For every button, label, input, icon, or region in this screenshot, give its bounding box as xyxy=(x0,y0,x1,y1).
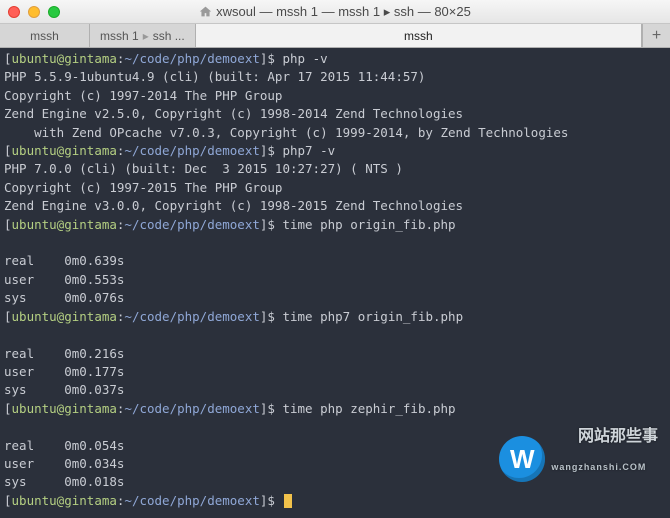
terminal-line: [ubuntu@gintama:~/code/php/demoext]$ tim… xyxy=(4,401,456,416)
cursor-icon xyxy=(284,494,292,508)
terminal-line: Copyright (c) 1997-2015 The PHP Group xyxy=(4,180,282,195)
zoom-icon[interactable] xyxy=(48,6,60,18)
window-title: xwsoul — mssh 1 — mssh 1 ▸ ssh — 80×25 xyxy=(0,4,670,20)
terminal-line: user 0m0.034s xyxy=(4,456,124,471)
tab-label: mssh xyxy=(404,29,433,43)
tab-mssh-ssh[interactable]: mssh 1 ▸ ssh ... xyxy=(90,24,196,47)
new-tab-button[interactable]: + xyxy=(642,24,670,47)
tab-label-part1: mssh 1 xyxy=(100,29,139,43)
terminal-line: real 0m0.216s xyxy=(4,346,124,361)
window-titlebar: xwsoul — mssh 1 — mssh 1 ▸ ssh — 80×25 xyxy=(0,0,670,24)
terminal-line: PHP 7.0.0 (cli) (built: Dec 3 2015 10:27… xyxy=(4,161,403,176)
watermark-text: 网站那些事 wangzhanshi.COM xyxy=(551,410,658,508)
terminal-line: sys 0m0.037s xyxy=(4,382,124,397)
close-icon[interactable] xyxy=(8,6,20,18)
window-title-text: xwsoul — mssh 1 — mssh 1 ▸ ssh — 80×25 xyxy=(216,4,471,20)
chevron-right-icon: ▸ xyxy=(143,29,149,43)
terminal-line: [ubuntu@gintama:~/code/php/demoext]$ php… xyxy=(4,51,328,66)
tab-label-part2: ssh ... xyxy=(153,29,185,43)
tab-mssh[interactable]: mssh xyxy=(0,24,90,47)
terminal-line: real 0m0.054s xyxy=(4,438,124,453)
terminal-line: sys 0m0.018s xyxy=(4,474,124,489)
watermark-logo-icon: W xyxy=(499,436,545,482)
terminal-line: sys 0m0.076s xyxy=(4,290,124,305)
home-icon xyxy=(199,5,212,18)
terminal-line: user 0m0.553s xyxy=(4,272,124,287)
terminal-line: [ubuntu@gintama:~/code/php/demoext]$ php… xyxy=(4,143,335,158)
tab-label: mssh xyxy=(30,29,59,43)
minimize-icon[interactable] xyxy=(28,6,40,18)
terminal-line: Zend Engine v3.0.0, Copyright (c) 1998-2… xyxy=(4,198,463,213)
terminal-output[interactable]: [ubuntu@gintama:~/code/php/demoext]$ php… xyxy=(0,48,670,518)
terminal-line: with Zend OPcache v7.0.3, Copyright (c) … xyxy=(4,125,568,140)
tab-bar: mssh mssh 1 ▸ ssh ... mssh + xyxy=(0,24,670,48)
terminal-line: user 0m0.177s xyxy=(4,364,124,379)
terminal-line: real 0m0.639s xyxy=(4,253,124,268)
terminal-line: Copyright (c) 1997-2014 The PHP Group xyxy=(4,88,282,103)
watermark: W 网站那些事 wangzhanshi.COM xyxy=(499,410,658,508)
terminal-line: [ubuntu@gintama:~/code/php/demoext]$ tim… xyxy=(4,309,463,324)
terminal-line: PHP 5.5.9-1ubuntu4.9 (cli) (built: Apr 1… xyxy=(4,69,425,84)
window-controls xyxy=(8,6,60,18)
terminal-line: [ubuntu@gintama:~/code/php/demoext]$ tim… xyxy=(4,217,456,232)
terminal-line: [ubuntu@gintama:~/code/php/demoext]$ xyxy=(4,493,292,508)
plus-icon: + xyxy=(652,27,661,45)
tab-active-mssh[interactable]: mssh xyxy=(196,24,642,47)
terminal-line: Zend Engine v2.5.0, Copyright (c) 1998-2… xyxy=(4,106,463,121)
